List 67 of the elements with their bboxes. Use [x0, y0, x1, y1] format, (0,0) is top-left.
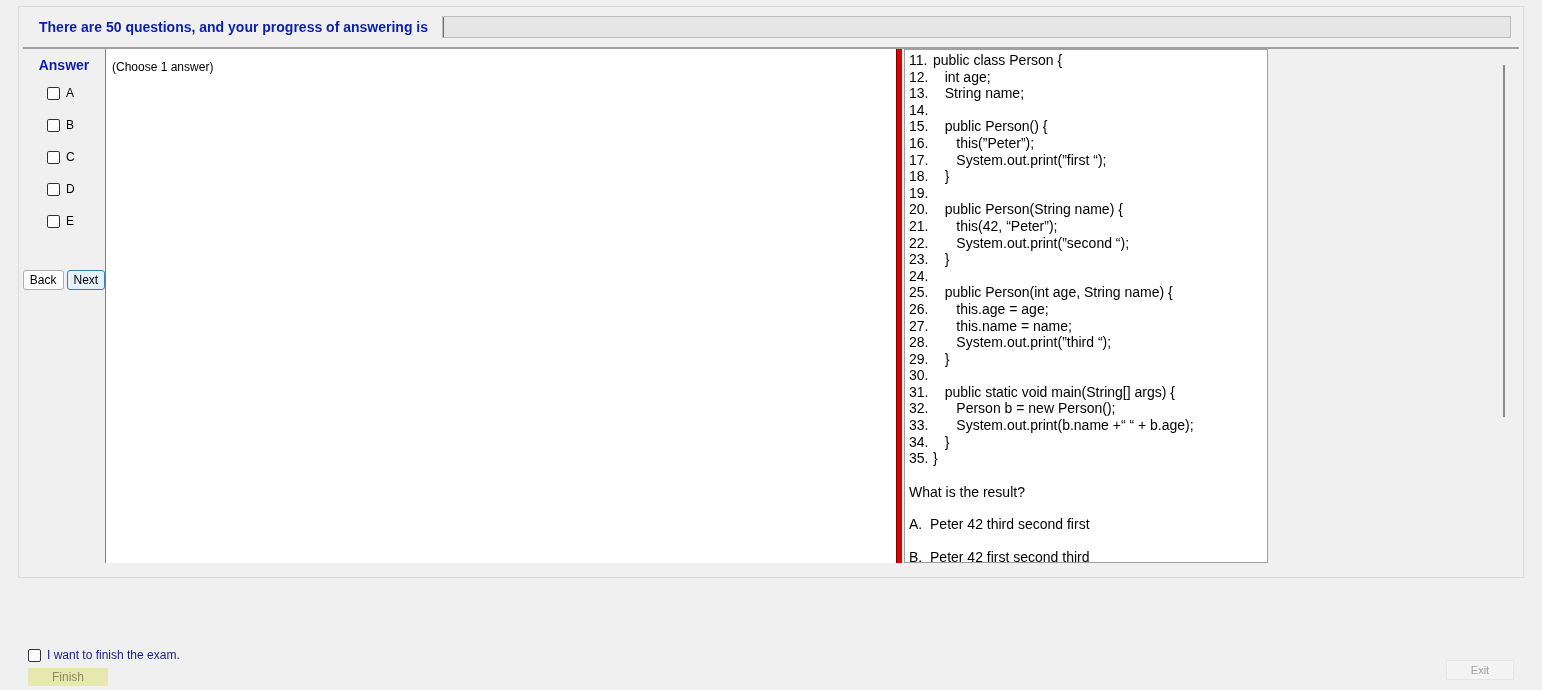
line-number: 13. [909, 85, 930, 102]
option-label: B [66, 117, 74, 134]
line-number: 31. [909, 383, 930, 401]
code-line: } [943, 251, 950, 268]
code-line: public class Person { [933, 52, 1063, 69]
code-line: public static void main(String[] args) { [943, 383, 1175, 401]
answer-heading: Answer [38, 56, 90, 75]
code-line: this(42, “Peter”); [955, 217, 1058, 235]
line-number: 25. [909, 284, 930, 301]
code-line: System.out.print(”second “); [955, 234, 1130, 252]
code-line: } [943, 168, 950, 185]
line-number: 14. [909, 101, 930, 119]
choice-text: A. Peter 42 third second first [909, 516, 1091, 534]
line-number: 28. [909, 334, 930, 351]
code-line: public Person() { [943, 118, 1048, 135]
progress-caption: There are 50 questions, and your progress of answering is [39, 17, 428, 37]
line-number: 21. [909, 217, 930, 235]
next-button[interactable]: Next [66, 270, 106, 290]
option-label: C [66, 149, 75, 166]
code-line: this(”Peter”); [955, 134, 1035, 152]
answer-checkbox[interactable] [47, 118, 60, 132]
instruction-text: (Choose 1 answer) [112, 60, 214, 74]
finish-checkbox[interactable] [28, 648, 41, 662]
line-number: 16. [909, 134, 930, 152]
option-label: A [66, 85, 74, 102]
line-number: 17. [909, 151, 930, 169]
answer-checkbox[interactable] [47, 86, 60, 100]
scrollbar-thumb[interactable] [1503, 65, 1505, 417]
line-number: 20. [909, 201, 930, 218]
code-line: } [933, 450, 938, 467]
answer-checkbox[interactable] [47, 214, 60, 228]
line-number: 34. [909, 433, 930, 451]
choice-text: B. Peter 42 first second third [909, 549, 1091, 562]
line-number: 22. [909, 234, 930, 252]
line-number: 30. [909, 367, 930, 384]
line-number: 29. [909, 350, 930, 368]
code-line: this.name = name; [955, 317, 1072, 335]
code-line: System.out.print(”first “); [955, 151, 1107, 169]
line-number: 26. [909, 300, 930, 318]
line-number: 35. [909, 450, 930, 467]
answer-checkbox[interactable] [47, 150, 60, 164]
line-number: 33. [909, 417, 930, 434]
code-line: } [943, 433, 950, 451]
code-line: String name; [943, 85, 1025, 102]
line-number: 27. [909, 317, 930, 335]
line-number: 18. [909, 168, 930, 185]
line-number: 11. [909, 52, 929, 69]
line-number: 23. [909, 251, 930, 268]
question-text: What is the result? [909, 483, 1026, 501]
code-line: System.out.print(b.name +“ “ + b.age); [955, 417, 1194, 434]
code-line: public Person(String name) { [943, 201, 1123, 218]
code-line: } [943, 350, 950, 368]
line-number: 12. [909, 68, 930, 86]
code-line: this.age = age; [955, 300, 1049, 318]
code-line: int age; [943, 68, 991, 86]
line-number: 24. [909, 267, 930, 285]
code-line: System.out.print(”third “); [955, 334, 1112, 351]
line-number: 19. [909, 184, 930, 202]
line-number: 32. [909, 400, 930, 418]
option-label: E [66, 213, 74, 230]
answer-checkbox[interactable] [47, 182, 60, 196]
back-button[interactable]: Back [22, 270, 64, 290]
code-line: public Person(int age, String name) { [943, 284, 1173, 301]
line-number: 15. [909, 118, 930, 135]
finish-label: I want to finish the exam. [47, 647, 180, 664]
code-line: Person b = new Person(); [955, 400, 1116, 418]
option-label: D [66, 181, 75, 198]
